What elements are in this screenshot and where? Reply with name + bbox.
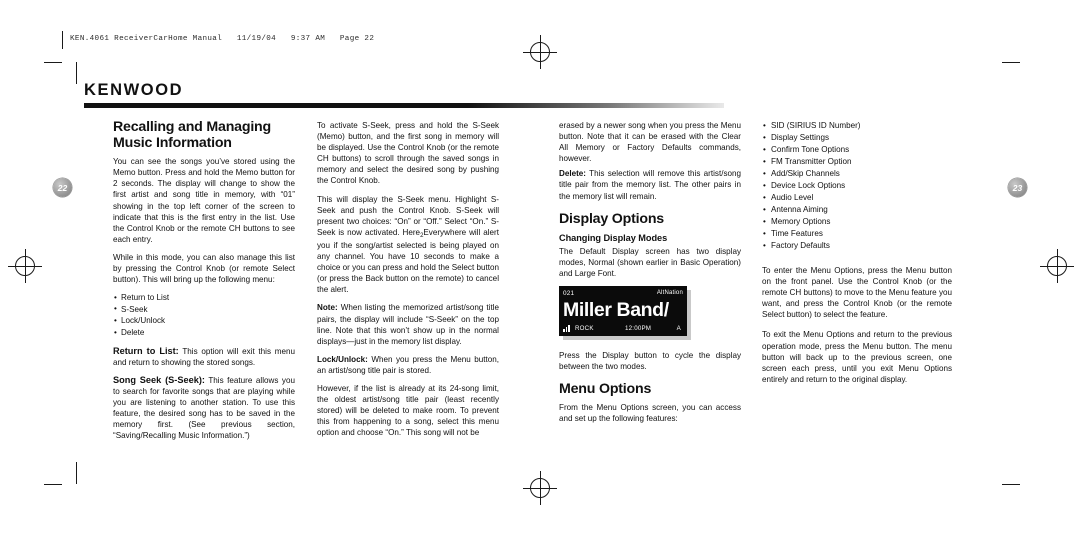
run-in-heading-delete: Delete: (559, 169, 586, 179)
lcd-channel-number: 021 (563, 289, 575, 297)
list-item: S-Seek (113, 303, 295, 316)
col3-paragraph-4: Press the Display button to cycle the di… (559, 350, 741, 371)
list-item: Time Features (762, 228, 952, 240)
crop-mark-left-lower-vertical (76, 462, 77, 484)
lcd-satellite-indicator: A (676, 324, 681, 332)
col1-paragraph-song-seek: Song Seek (S-Seek): This feature allows … (113, 375, 295, 442)
signal-strength-icon (563, 324, 572, 332)
col1-p4-body: This feature allows you to search for fa… (113, 375, 295, 441)
list-item: Memory Options (762, 216, 952, 228)
run-in-heading-return-to-list: Return to List: (113, 345, 179, 356)
col4-paragraph-2: To exit the Menu Options and return to t… (762, 330, 952, 384)
crop-mark-left-upper (44, 62, 62, 63)
lcd-channel-name: AltNation (656, 289, 683, 296)
col1-paragraph-return-to-list: Return to List: This option will exit th… (113, 346, 295, 368)
col3-paragraph-3: The Default Display screen has two displ… (559, 247, 741, 279)
list-item: Audio Level (762, 192, 952, 204)
list-item: Delete (113, 327, 295, 339)
page-number-right: 23 (1008, 178, 1027, 197)
kenwood-logo: KENWOOD (84, 81, 184, 99)
column-four: SID (SIRIUS ID Number) Display Settings … (762, 120, 952, 392)
run-in-heading-song-seek: Song Seek (S-Seek): (113, 374, 205, 385)
list-item: Device Lock Options (762, 180, 952, 192)
list-item: Return to List (113, 292, 295, 304)
col3-paragraph-delete: Delete: This selection will remove this … (559, 168, 741, 201)
list-item: Factory Defaults (762, 240, 952, 252)
col2-paragraph-lock-unlock: Lock/Unlock: When you press the Menu but… (317, 354, 499, 376)
heading-line-1: Recalling and Managing (113, 119, 271, 135)
col2-paragraph-5: However, if the list is already at its 2… (317, 383, 499, 438)
menu-option-list: Return to List S-Seek Lock/Unlock Delete (113, 292, 295, 338)
logo-rule (84, 103, 724, 108)
run-in-heading-lock-unlock: Lock/Unlock: (317, 354, 368, 364)
subheading-changing-display-modes: Changing Display Modes (559, 233, 668, 244)
list-item: Lock/Unlock (113, 315, 295, 327)
col2-p3-body: When listing the memorized artist/song t… (317, 303, 499, 346)
page-slug: KEN.4061 ReceiverCarHome Manual 11/19/04… (70, 35, 375, 43)
lcd-time: 12:00PM (625, 324, 652, 332)
col3-paragraph-5: From the Menu Options screen, you can ac… (559, 403, 741, 424)
run-in-heading-note: Note: (317, 303, 338, 313)
section-heading-recalling: Recalling and Managing Music Information (113, 119, 295, 151)
receiver-display-figure: 021 AltNation Miller Band/ ROCK 12:00PM … (559, 285, 687, 336)
col2-paragraph-2: This will display the S-Seek menu. Highl… (317, 194, 499, 296)
crop-mark-left-lower (44, 484, 62, 485)
list-item: Add/Skip Channels (762, 168, 952, 180)
subscript-two: 2 (420, 232, 424, 239)
column-two: To activate S-Seek, press and hold the S… (317, 120, 499, 445)
col2-paragraph-note: Note: When listing the memorized artist/… (317, 302, 499, 346)
list-item: Confirm Tone Options (762, 144, 952, 156)
col3-p2-body: This selection will remove this artist/s… (559, 169, 741, 201)
lcd-top-row: 021 AltNation (563, 289, 683, 298)
col4-paragraph-1: To enter the Menu Options, press the Men… (762, 266, 952, 320)
col1-paragraph-2: While in this mode, you can also manage … (113, 252, 295, 285)
section-heading-display-options: Display Options (559, 210, 664, 227)
col3-paragraph-1: erased by a newer song when you press th… (559, 121, 741, 164)
list-item: Display Settings (762, 132, 952, 144)
lcd-figure-wrapper: 021 AltNation Miller Band/ ROCK 12:00PM … (559, 285, 741, 342)
col1-paragraph-1: You can see the songs you’ve stored usin… (113, 157, 295, 244)
column-one: Recalling and Managing Music Information… (113, 119, 295, 448)
col2-paragraph-1: To activate S-Seek, press and hold the S… (317, 121, 499, 186)
column-three: erased by a newer song when you press th… (559, 120, 741, 432)
crop-mark-left-upper-vertical (76, 62, 77, 84)
crop-mark-top-left-vertical (62, 31, 63, 49)
crop-mark-right-upper (1002, 62, 1020, 63)
lcd-genre: ROCK (575, 324, 594, 332)
list-item: Antenna Aiming (762, 204, 952, 216)
page-number-left: 22 (53, 178, 72, 197)
menu-features-list: SID (SIRIUS ID Number) Display Settings … (762, 120, 952, 252)
list-item: SID (SIRIUS ID Number) (762, 120, 952, 132)
list-item: FM Transmitter Option (762, 156, 952, 168)
section-heading-menu-options: Menu Options (559, 380, 652, 397)
col2-p2-part-b: Everywhere will alert you if the song/ar… (317, 227, 499, 295)
crop-mark-right-lower (1002, 484, 1020, 485)
lcd-main-text: Miller Band/ (563, 298, 669, 321)
lcd-bottom-row: ROCK 12:00PM A (563, 324, 683, 333)
heading-line-2: Music Information (113, 134, 232, 151)
